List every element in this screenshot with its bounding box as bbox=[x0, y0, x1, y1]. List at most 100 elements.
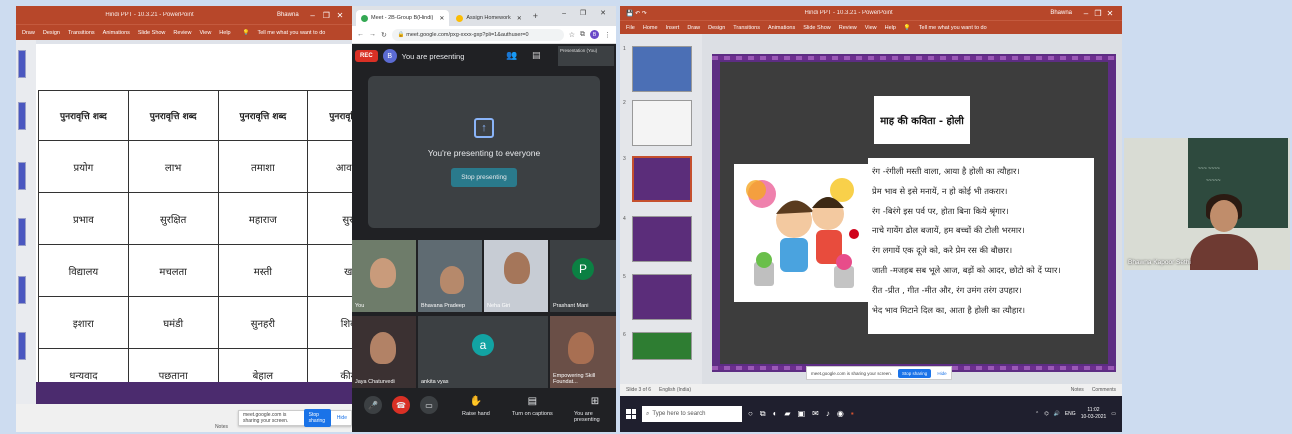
poem-text-box[interactable]: रंग -रंगीली मस्ती वाला, आया है होली का त… bbox=[868, 158, 1094, 334]
powerpoint-icon[interactable]: ▪ bbox=[851, 409, 854, 419]
comments-button[interactable]: Comments bbox=[1092, 387, 1116, 393]
notes-button[interactable]: Notes bbox=[1071, 387, 1084, 393]
slide-thumbnail[interactable] bbox=[18, 276, 26, 304]
ribbon-tab[interactable]: Draw bbox=[687, 25, 700, 31]
clock[interactable]: 11:02 10-03-2021 bbox=[1081, 407, 1107, 421]
ribbon-tab[interactable]: Draw bbox=[22, 30, 35, 36]
presenting-button[interactable]: ⊞ You are presenting bbox=[574, 396, 616, 423]
volume-icon[interactable]: 🔊 bbox=[1054, 411, 1060, 417]
language-indicator[interactable]: ENG bbox=[1065, 411, 1076, 417]
profile-avatar[interactable]: B bbox=[590, 30, 599, 39]
ribbon-tab[interactable]: Transitions bbox=[733, 25, 760, 31]
slide-thumbnail[interactable] bbox=[632, 46, 692, 92]
hide-button[interactable]: Hide bbox=[337, 415, 347, 421]
taskbar-search[interactable]: ⌕ Type here to search bbox=[642, 406, 742, 422]
mail-icon[interactable]: ✉ bbox=[812, 409, 819, 419]
ribbon-tab[interactable]: Slide Show bbox=[803, 25, 831, 31]
ribbon-tab[interactable]: Animations bbox=[103, 30, 130, 36]
address-bar[interactable]: 🔒 meet.google.com/pxg-xxxx-gxp?pli=1&aut… bbox=[391, 28, 564, 41]
slide-canvas[interactable]: पुनरावृत्ति शब्द पुनरावृत्ति शब्द पुनराव… bbox=[36, 44, 352, 404]
extensions-icon[interactable]: ⧉ bbox=[580, 31, 585, 39]
ribbon-tab[interactable]: Design bbox=[43, 30, 60, 36]
file-explorer-icon[interactable]: ▰ bbox=[784, 409, 790, 419]
ribbon-tab[interactable]: View bbox=[199, 30, 211, 36]
tab-assign-homework[interactable]: Assign Homework ✕ bbox=[451, 10, 526, 26]
store-icon[interactable]: ▣ bbox=[798, 409, 806, 419]
ribbon-tab[interactable]: Help bbox=[219, 30, 230, 36]
slide-thumbnail[interactable] bbox=[632, 100, 692, 146]
language-indicator[interactable]: English (India) bbox=[659, 387, 691, 393]
end-call-icon[interactable]: ☎ bbox=[392, 396, 410, 414]
slide-thumbnail[interactable] bbox=[632, 274, 692, 320]
slide-canvas[interactable]: माह की कविता - होली रंग -रंगीली मस्ती वा… bbox=[712, 54, 1116, 372]
stop-sharing-button[interactable]: Stop sharing bbox=[303, 409, 331, 427]
tab-meet[interactable]: Meet - 2B-Group B(Hindi) ✕ bbox=[356, 10, 450, 26]
notification-icon[interactable]: ▭ bbox=[1111, 411, 1116, 417]
ribbon-tab[interactable]: View bbox=[865, 25, 877, 31]
slide-thumbnail[interactable] bbox=[632, 332, 692, 360]
ribbon-tab[interactable]: Home bbox=[643, 25, 658, 31]
ribbon-tab[interactable]: Slide Show bbox=[138, 30, 166, 36]
menu-dots-icon[interactable]: ⋮ bbox=[604, 31, 611, 39]
raise-hand-button[interactable]: ✋ Raise hand bbox=[462, 396, 490, 417]
back-icon[interactable]: ← bbox=[357, 31, 364, 38]
network-icon[interactable]: ⌬ bbox=[1044, 411, 1048, 417]
ribbon-tab[interactable]: Review bbox=[839, 25, 857, 31]
ribbon-tab[interactable]: Insert bbox=[666, 25, 680, 31]
slide-thumbnail[interactable] bbox=[632, 216, 692, 262]
close-icon[interactable]: ✕ bbox=[1104, 9, 1116, 18]
user-name[interactable]: Bhawna bbox=[1050, 10, 1072, 16]
new-tab-icon[interactable]: + bbox=[529, 11, 542, 21]
stop-sharing-button[interactable]: Stop sharing bbox=[898, 368, 932, 378]
bookmark-star-icon[interactable]: ☆ bbox=[569, 31, 575, 39]
restore-icon[interactable]: ❐ bbox=[1092, 9, 1104, 18]
ribbon-tab[interactable]: Help bbox=[885, 25, 896, 31]
slide-thumbnail[interactable] bbox=[18, 218, 26, 246]
chat-icon[interactable]: ▤ bbox=[532, 50, 541, 61]
notes-button[interactable]: Notes bbox=[215, 424, 228, 430]
stop-presenting-button[interactable]: Stop presenting bbox=[451, 167, 517, 187]
reload-icon[interactable]: ↻ bbox=[381, 31, 387, 39]
captions-button[interactable]: ▤ Turn on captions bbox=[512, 396, 553, 417]
forward-icon[interactable]: → bbox=[369, 31, 376, 38]
close-icon[interactable]: ✕ bbox=[334, 11, 346, 20]
slide-thumbnail[interactable] bbox=[18, 50, 26, 78]
tell-me-input[interactable]: Tell me what you want to do bbox=[257, 30, 325, 36]
task-view-icon[interactable]: ⧉ bbox=[760, 409, 766, 419]
chevron-up-icon[interactable]: ⌃ bbox=[1035, 411, 1039, 417]
ribbon-tab[interactable]: File bbox=[626, 25, 635, 31]
restore-icon[interactable]: ❐ bbox=[320, 11, 332, 20]
slide-thumbnail[interactable] bbox=[18, 102, 26, 130]
minimize-icon[interactable]: – bbox=[1080, 9, 1092, 18]
tell-me-input[interactable]: Tell me what you want to do bbox=[919, 25, 987, 31]
participant-tile[interactable]: Neha Giri bbox=[484, 240, 548, 312]
ribbon-tab[interactable]: Transitions bbox=[68, 30, 95, 36]
ribbon-tab[interactable]: Animations bbox=[768, 25, 795, 31]
camera-icon[interactable]: ▭ bbox=[420, 396, 438, 414]
participant-tile[interactable]: You bbox=[352, 240, 416, 312]
participant-tile[interactable]: a ankita vyas bbox=[418, 316, 548, 388]
participant-tile[interactable]: P Prashant Mani bbox=[550, 240, 616, 312]
ribbon-tab[interactable]: Design bbox=[708, 25, 725, 31]
participant-tile[interactable]: Empowering Skill Foundat... bbox=[550, 316, 616, 388]
participant-tile[interactable]: Jaya Chaturvedi bbox=[352, 316, 416, 388]
microphone-icon[interactable]: 🎤 bbox=[364, 396, 382, 414]
cortana-icon[interactable]: ○ bbox=[748, 409, 753, 419]
hide-button[interactable]: Hide bbox=[937, 371, 946, 376]
ribbon-tab[interactable]: Review bbox=[173, 30, 191, 36]
window-controls[interactable]: – ❐ ✕ bbox=[562, 9, 612, 17]
slide-thumbnail-active[interactable] bbox=[632, 156, 692, 202]
windows-start-icon[interactable] bbox=[626, 409, 636, 419]
close-tab-icon[interactable]: ✕ bbox=[517, 15, 522, 22]
edge-icon[interactable]: ◐ bbox=[773, 409, 778, 419]
presentation-preview[interactable]: Presentation (You) bbox=[558, 46, 614, 66]
slide-thumbnail[interactable] bbox=[18, 332, 26, 360]
app-icon[interactable]: ♪ bbox=[826, 409, 830, 419]
chrome-icon[interactable]: ◉ bbox=[837, 409, 844, 419]
people-icon[interactable]: 👥 bbox=[506, 50, 517, 61]
quick-access-icons[interactable]: 💾 ↶ ↷ bbox=[626, 10, 647, 17]
participant-tile[interactable]: Bhavana Pradeep bbox=[418, 240, 482, 312]
close-tab-icon[interactable]: ✕ bbox=[439, 15, 444, 22]
slide-thumbnail[interactable] bbox=[18, 162, 26, 190]
minimize-icon[interactable]: – bbox=[307, 11, 319, 20]
